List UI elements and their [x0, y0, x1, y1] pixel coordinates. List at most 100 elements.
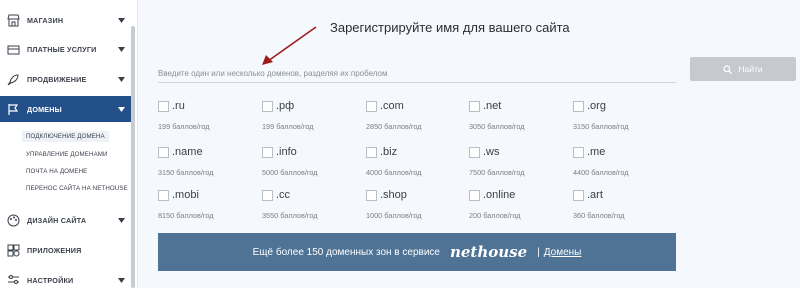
domain-option-org[interactable]: .org 3150 баллов/год [573, 100, 673, 131]
domain-zone: .рф [276, 100, 295, 112]
domain-option-biz[interactable]: .biz 4000 баллов/год [366, 146, 466, 177]
domain-option-net[interactable]: .net 3050 баллов/год [469, 100, 569, 131]
domain-checkbox[interactable] [573, 147, 584, 158]
sidebar-item-apps[interactable]: Приложения [0, 237, 131, 263]
domain-option-online[interactable]: .online 200 баллов/год [469, 189, 569, 220]
domain-checkbox[interactable] [469, 147, 480, 158]
domain-price: 199 баллов/год [158, 122, 210, 131]
sidebar-scrollbar[interactable] [131, 26, 135, 288]
domain-option-info[interactable]: .info 5000 баллов/год [262, 146, 362, 177]
domain-price: 8150 баллов/год [158, 211, 214, 220]
sidebar-item-label: Домены [27, 104, 62, 114]
sidebar: Магазин Платные услуги Продвижение Домен… [0, 0, 138, 288]
domain-checkbox[interactable] [262, 147, 273, 158]
domain-price: 199 баллов/год [262, 122, 314, 131]
chevron-down-icon [117, 75, 125, 83]
domain-zone: .com [380, 100, 404, 112]
submenu-item-connect-domain[interactable]: Подключение домена [22, 131, 109, 142]
domain-zone: .net [483, 100, 502, 112]
apps-icon [6, 243, 20, 257]
domain-zone: .info [276, 146, 297, 158]
domain-price: 3550 баллов/год [262, 211, 318, 220]
find-button[interactable]: Найти [690, 57, 796, 81]
sidebar-item-label: Настройки [27, 275, 74, 285]
domain-price: 3150 баллов/год [158, 168, 214, 177]
domain-price: 7500 баллов/год [469, 168, 525, 177]
sidebar-item-settings[interactable]: Настройки [0, 267, 131, 288]
domain-checkbox[interactable] [366, 101, 377, 112]
banner-separator: | [537, 246, 540, 258]
domain-option-rf[interactable]: .рф 199 баллов/год [262, 100, 362, 131]
domain-price: 2850 баллов/год [366, 122, 422, 131]
domain-price: 3150 баллов/год [573, 122, 629, 131]
domain-checkbox[interactable] [158, 147, 169, 158]
domain-option-ws[interactable]: .ws 7500 баллов/год [469, 146, 569, 177]
find-button-label: Найти [738, 64, 763, 74]
domain-checkbox[interactable] [262, 190, 273, 201]
sidebar-item-label: Платные услуги [27, 44, 97, 54]
domain-zone: .name [172, 146, 203, 158]
domain-zone: .art [587, 189, 603, 201]
domain-price: 4000 баллов/год [366, 168, 422, 177]
sidebar-item-label: Дизайн сайта [27, 215, 87, 225]
domain-checkbox[interactable] [262, 101, 273, 112]
domain-zone: .ru [172, 100, 185, 112]
sidebar-item-domains[interactable]: Домены [0, 96, 131, 122]
chevron-down-icon [117, 16, 125, 24]
chevron-down-icon [117, 216, 125, 224]
domains-link[interactable]: Домены [544, 247, 582, 258]
domain-price: 4400 баллов/год [573, 168, 629, 177]
sidebar-item-label: Продвижение [27, 74, 87, 84]
domain-price: 5000 баллов/год [262, 168, 318, 177]
domain-checkbox[interactable] [573, 190, 584, 201]
sidebar-item-shop[interactable]: Магазин [0, 7, 131, 33]
submenu-item-domain-mail[interactable]: Почта на домене [26, 168, 87, 175]
domain-zone: .biz [380, 146, 398, 158]
domain-price: 200 баллов/год [469, 211, 521, 220]
domain-zone: .online [483, 189, 516, 201]
domain-checkbox[interactable] [158, 190, 169, 201]
domain-option-cc[interactable]: .cc 3550 баллов/год [262, 189, 362, 220]
domain-search-input[interactable] [158, 64, 676, 83]
search-icon [723, 64, 733, 74]
sidebar-item-site-design[interactable]: Дизайн сайта [0, 207, 131, 233]
domain-checkbox[interactable] [158, 101, 169, 112]
domain-zone: .cc [276, 189, 291, 201]
sidebar-item-paid-services[interactable]: Платные услуги [0, 36, 131, 62]
domain-option-com[interactable]: .com 2850 баллов/год [366, 100, 466, 131]
domain-zone: .me [587, 146, 606, 158]
domain-checkbox[interactable] [469, 190, 480, 201]
submenu-item-manage-domains[interactable]: Управление доменами [26, 151, 108, 158]
page-title: Зарегистрируйте имя для вашего сайта [330, 20, 570, 35]
domain-checkbox[interactable] [366, 147, 377, 158]
domain-option-name[interactable]: .name 3150 баллов/год [158, 146, 258, 177]
domain-option-ru[interactable]: .ru 199 баллов/год [158, 100, 258, 131]
sidebar-item-label: Магазин [27, 15, 64, 25]
domain-zone: .mobi [172, 189, 199, 201]
domain-option-art[interactable]: .art 360 баллов/год [573, 189, 673, 220]
domain-checkbox[interactable] [573, 101, 584, 112]
card-icon [6, 42, 20, 56]
shop-icon [6, 13, 20, 27]
chevron-down-icon [117, 276, 125, 284]
domain-checkbox[interactable] [366, 190, 377, 201]
domain-price: 360 баллов/год [573, 211, 625, 220]
palette-icon [6, 213, 20, 227]
sidebar-item-label: Приложения [27, 245, 82, 255]
submenu-item-transfer-site[interactable]: Перенос сайта на Nethouse [26, 185, 128, 192]
flag-icon [6, 102, 20, 116]
promo-banner[interactable]: Ещё более 150 доменных зон в сервисе net… [158, 233, 676, 271]
domain-zone: .shop [380, 189, 407, 201]
domain-option-mobi[interactable]: .mobi 8150 баллов/год [158, 189, 258, 220]
chevron-down-icon [117, 45, 125, 53]
sliders-icon [6, 273, 20, 287]
domain-zone: .org [587, 100, 606, 112]
domain-checkbox[interactable] [469, 101, 480, 112]
domain-price: 3050 баллов/год [469, 122, 525, 131]
domain-price: 1000 баллов/год [366, 211, 422, 220]
domain-option-shop[interactable]: .shop 1000 баллов/год [366, 189, 466, 220]
domain-zone: .ws [483, 146, 500, 158]
nethouse-logo: nethouse [449, 243, 528, 261]
sidebar-item-promotion[interactable]: Продвижение [0, 66, 131, 92]
domain-option-me[interactable]: .me 4400 баллов/год [573, 146, 673, 177]
